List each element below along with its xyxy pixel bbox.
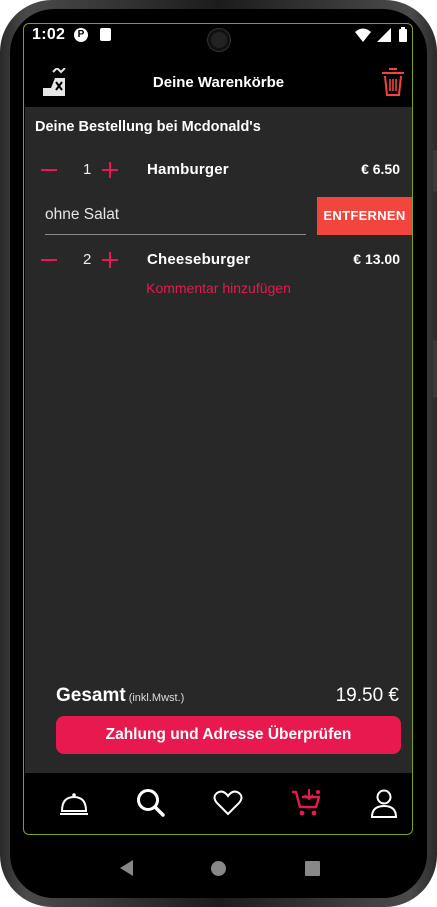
user-icon[interactable] [368, 787, 400, 819]
increase-quantity-button[interactable] [102, 252, 118, 268]
quantity-value: 1 [83, 161, 92, 178]
battery-icon [399, 29, 407, 42]
item-name: Cheeseburger [147, 251, 251, 268]
restaurant-cloche-icon[interactable] [58, 787, 90, 819]
system-recents-button[interactable] [305, 861, 320, 876]
cart-item-row: 2 Cheeseburger € 13.00 [25, 246, 412, 276]
total-label: Gesamt (inkl.Mwst.) [56, 685, 184, 707]
status-icons [355, 27, 407, 42]
system-back-button[interactable] [120, 860, 133, 876]
restaurant-title: Deine Bestellung bei Mcdonald's [35, 119, 261, 135]
cart-icon[interactable] [291, 787, 323, 819]
checkout-button[interactable]: Zahlung und Adresse Überprüfen [56, 716, 401, 754]
front-camera [208, 29, 230, 51]
search-icon[interactable] [135, 787, 167, 819]
item-name: Hamburger [147, 161, 229, 178]
system-home-button[interactable] [211, 861, 226, 876]
phone-frame: 1:02 P Deine Warenkörbe Deine Bestellung… [0, 0, 437, 907]
volume-button [433, 150, 437, 192]
cart-content: Deine Bestellung bei Mcdonald's 1 Hambur… [25, 107, 412, 773]
heart-icon[interactable] [212, 787, 244, 819]
quantity-value: 2 [83, 251, 92, 268]
status-time: 1:02 [32, 26, 66, 43]
page-title: Deine Warenkörbe [152, 74, 285, 91]
remove-comment-button[interactable]: ENTFERNEN [317, 197, 412, 235]
trash-icon[interactable] [380, 67, 406, 97]
system-navigation-bar [25, 836, 412, 898]
item-comment-input[interactable]: ohne Salat [45, 205, 306, 235]
item-price: € 6.50 [361, 161, 400, 177]
cart-item-row: 1 Hamburger € 6.50 [25, 156, 412, 186]
total-sublabel: (inkl.Mwst.) [128, 692, 185, 704]
wifi-icon [355, 28, 371, 42]
increase-quantity-button[interactable] [102, 162, 118, 178]
total-amount: 19.50 € [335, 685, 399, 706]
decrease-quantity-button[interactable] [41, 169, 57, 171]
app-notification-icon: P [74, 28, 88, 42]
app-header: Deine Warenkörbe [25, 60, 412, 107]
total-label-text: Gesamt [56, 685, 126, 706]
bottom-navigation [25, 773, 412, 836]
screen: 1:02 P Deine Warenkörbe Deine Bestellung… [10, 9, 427, 898]
add-comment-link[interactable]: Kommentar hinzufügen [25, 280, 412, 296]
signal-icon [377, 28, 391, 42]
decrease-quantity-button[interactable] [41, 259, 57, 261]
power-button [433, 340, 437, 398]
sim-card-icon [100, 28, 111, 41]
status-bar: 1:02 P [10, 9, 427, 59]
item-price: € 13.00 [353, 251, 400, 267]
